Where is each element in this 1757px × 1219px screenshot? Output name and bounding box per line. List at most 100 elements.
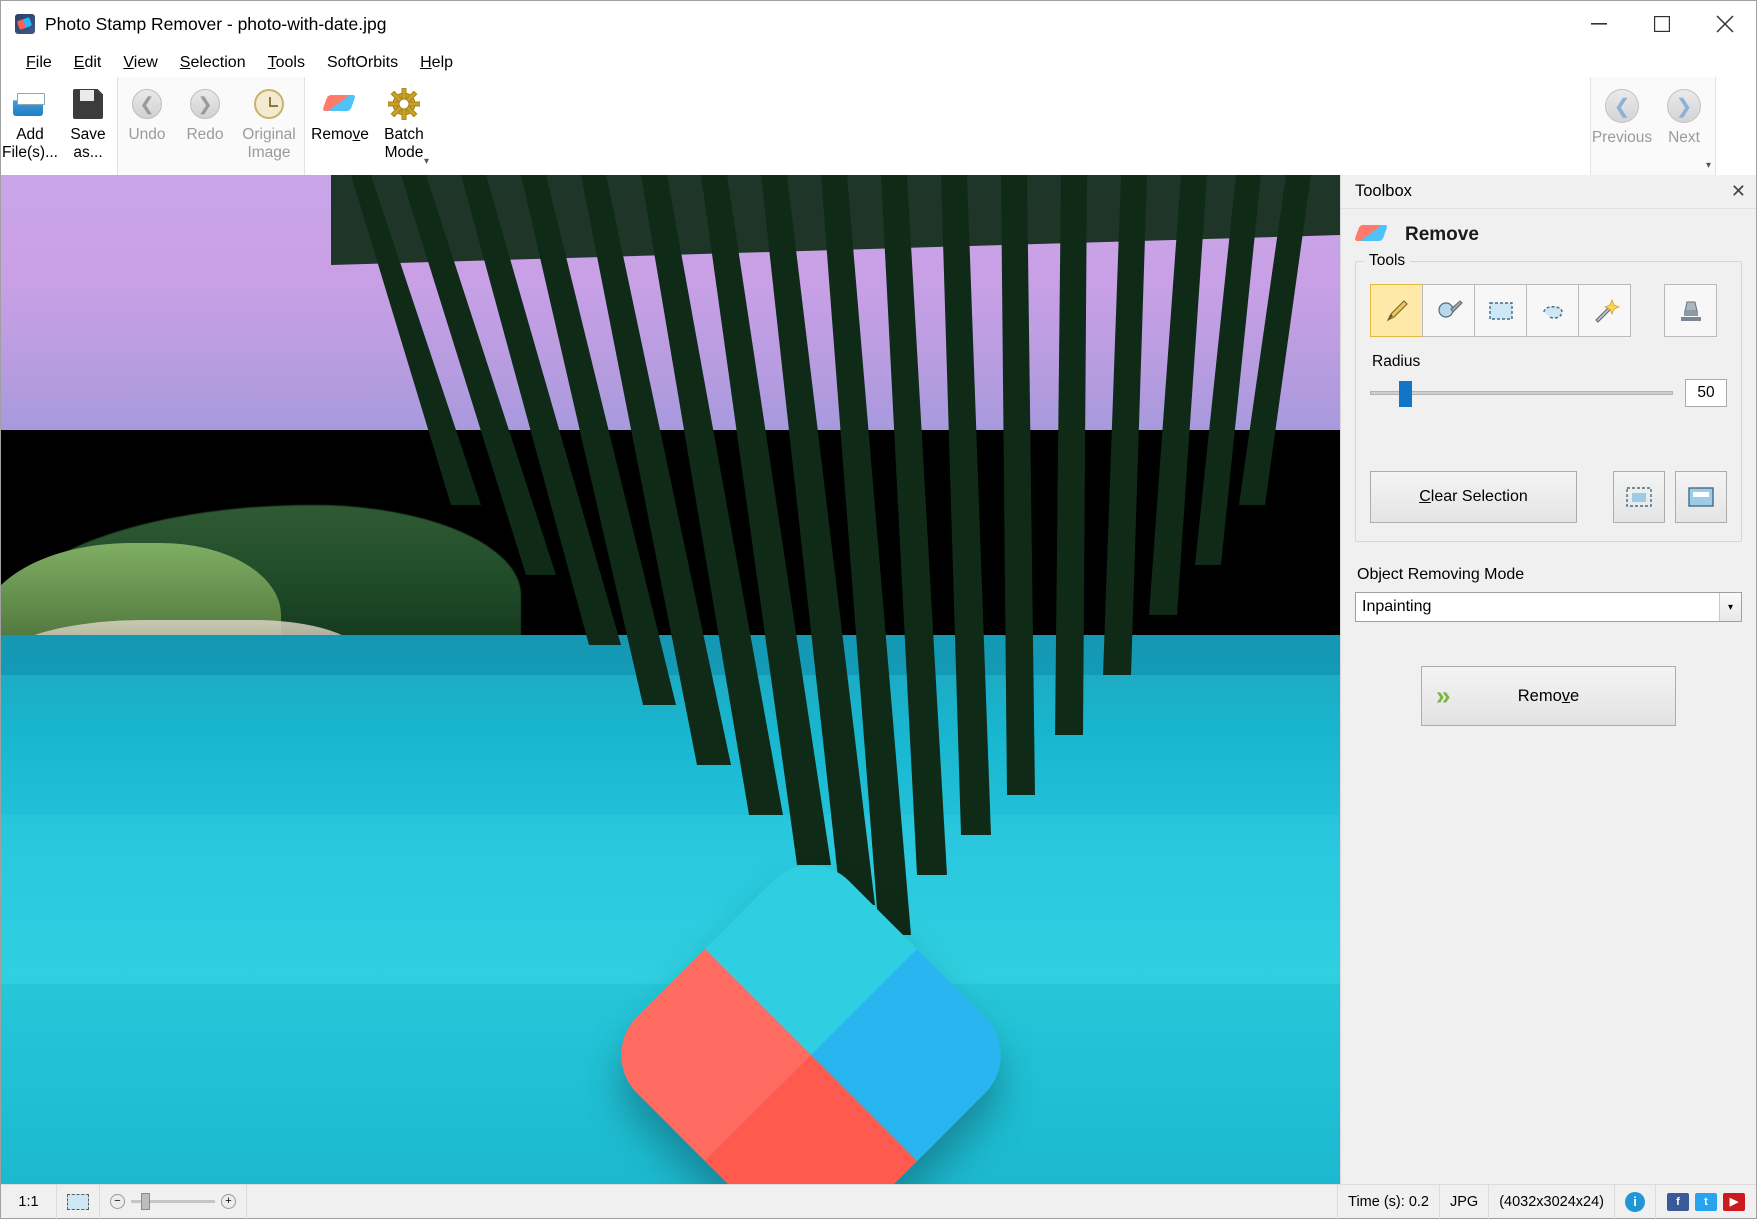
close-icon[interactable]: ✕	[1731, 181, 1746, 202]
navigation-toolbar-group: ❮ Previous ❯ Next ▾	[1590, 77, 1716, 175]
nav-chevron-down-icon[interactable]: ▾	[1706, 160, 1711, 171]
twitter-icon[interactable]: t	[1695, 1192, 1717, 1211]
image-canvas[interactable]: 2020 / 09 / 03	[1, 175, 1340, 1184]
remove-button-label: Remove	[1517, 686, 1580, 705]
magic-wand-tool-button[interactable]	[1578, 284, 1631, 337]
magic-wand-icon	[1594, 298, 1620, 323]
clear-selection-label: Clear Selection	[1419, 488, 1528, 505]
title-bar: Photo Stamp Remover - photo-with-date.jp…	[1, 1, 1756, 48]
image-dimensions: (4032x3024x24)	[1489, 1184, 1615, 1219]
app-logo-icon	[15, 14, 35, 34]
radius-input[interactable]: 50	[1685, 379, 1727, 407]
radius-slider-thumb[interactable]	[1399, 381, 1412, 407]
zoom-out-button[interactable]: −	[110, 1194, 125, 1209]
facebook-icon[interactable]: f	[1667, 1192, 1689, 1211]
previous-button[interactable]: ❮ Previous	[1591, 77, 1653, 169]
toolbox-panel: Toolbox ✕ Remove Tools Radius 50 Clear S…	[1340, 175, 1756, 1184]
menu-file[interactable]: File	[15, 50, 63, 76]
window-controls	[1567, 1, 1756, 48]
save-as-label: Save as...	[70, 126, 106, 161]
save-selection-icon	[1688, 487, 1714, 507]
rectangle-select-tool-button[interactable]	[1474, 284, 1527, 337]
menu-help[interactable]: Help	[409, 50, 464, 76]
lasso-select-tool-button[interactable]	[1526, 284, 1579, 337]
toolbox-section-header: Remove	[1341, 209, 1756, 255]
next-arrow-icon: ❯	[1667, 89, 1701, 123]
info-button[interactable]: i	[1615, 1184, 1656, 1219]
remove-toolbar-label: Remove	[311, 126, 369, 143]
main-toolbar: Add File(s)... Save as... ❮ Undo ❯ Redo …	[1, 77, 1756, 175]
menu-edit[interactable]: Edit	[63, 50, 113, 76]
selection-mode-icon[interactable]	[57, 1184, 100, 1219]
clock-icon	[254, 87, 284, 121]
batch-mode-button[interactable]: Batch Mode ▾	[375, 77, 433, 169]
save-as-button[interactable]: Save as...	[59, 77, 117, 169]
next-button[interactable]: ❯ Next	[1653, 77, 1715, 169]
eraser-icon	[1355, 223, 1391, 247]
add-files-button[interactable]: Add File(s)...	[1, 77, 59, 169]
original-image-label: Original Image	[242, 126, 296, 161]
stamp-tool-button[interactable]	[1664, 284, 1717, 337]
tools-group-legend: Tools	[1364, 252, 1411, 270]
maximize-button[interactable]	[1630, 1, 1693, 48]
object-removing-mode-label: Object Removing Mode	[1357, 566, 1525, 583]
gear-icon-svg	[388, 88, 420, 120]
remove-toolbar-button[interactable]: Remove	[305, 77, 375, 169]
tool-buttons-row	[1370, 284, 1727, 337]
radius-label: Radius	[1372, 353, 1421, 370]
brush-tool-button[interactable]	[1370, 284, 1423, 337]
minimize-button[interactable]	[1567, 1, 1630, 48]
smart-brush-tool-button[interactable]	[1422, 284, 1475, 337]
original-image-button[interactable]: Original Image	[234, 77, 304, 169]
zoom-slider-group[interactable]: − +	[100, 1184, 247, 1219]
remove-button[interactable]: » Remove	[1421, 666, 1676, 726]
menu-view[interactable]: View	[112, 50, 168, 76]
menu-softorbits[interactable]: SoftOrbits	[316, 50, 409, 76]
lasso-select-icon	[1542, 305, 1563, 319]
add-files-icon	[13, 87, 47, 121]
previous-arrow-icon: ❮	[1605, 89, 1639, 123]
undo-button[interactable]: ❮ Undo	[118, 77, 176, 169]
undo-arrow-icon: ❮	[132, 87, 162, 121]
double-chevron-right-icon: »	[1436, 680, 1451, 711]
clear-selection-button[interactable]: Clear Selection	[1370, 471, 1577, 523]
workspace: 2020 / 09 / 03 Toolbox ✕	[1, 175, 1756, 1184]
brush-icon	[1386, 299, 1408, 321]
save-selection-button[interactable]	[1675, 471, 1727, 523]
file-toolbar-group: Add File(s)... Save as...	[1, 77, 117, 175]
add-files-label: Add File(s)...	[2, 126, 58, 161]
stamp-icon	[1680, 301, 1701, 321]
chevron-down-icon[interactable]: ▾	[1719, 593, 1741, 621]
load-selection-button[interactable]	[1613, 471, 1665, 523]
zoom-slider[interactable]	[131, 1193, 215, 1210]
photo-image: 2020 / 09 / 03	[1, 175, 1340, 1184]
zoom-slider-thumb[interactable]	[141, 1193, 150, 1210]
actions-toolbar-group: Remove Batch Mode ▾	[305, 77, 433, 175]
menu-bar: File Edit View Selection Tools SoftOrbit…	[1, 48, 1756, 77]
youtube-icon[interactable]: ▶	[1723, 1192, 1745, 1211]
info-icon: i	[1625, 1191, 1645, 1212]
menu-selection[interactable]: Selection	[169, 50, 257, 76]
toolbox-header: Toolbox ✕	[1341, 175, 1756, 209]
radius-slider-row: 50	[1370, 379, 1727, 407]
close-button[interactable]	[1693, 1, 1756, 48]
selection-actions-row: Clear Selection	[1370, 471, 1727, 523]
toolbox-section-title: Remove	[1405, 224, 1479, 245]
status-bar: 1:1 − + Time (s): 0.2 JPG (4032x3024x24)…	[1, 1184, 1756, 1219]
gear-icon	[388, 87, 420, 121]
processing-time: Time (s): 0.2	[1338, 1184, 1440, 1219]
menu-tools[interactable]: Tools	[257, 50, 316, 76]
radius-slider[interactable]	[1370, 381, 1673, 407]
redo-button[interactable]: ❯ Redo	[176, 77, 234, 169]
window-title: Photo Stamp Remover - photo-with-date.jp…	[45, 13, 387, 34]
object-removing-mode-value: Inpainting	[1362, 598, 1432, 615]
smart-brush-icon	[1437, 299, 1463, 318]
status-spacer	[247, 1184, 1339, 1219]
zoom-in-button[interactable]: +	[221, 1194, 236, 1209]
social-links: f t ▶	[1656, 1185, 1756, 1219]
object-removing-mode-select[interactable]: Inpainting ▾	[1355, 592, 1742, 622]
chevron-down-icon[interactable]: ▾	[424, 156, 429, 168]
zoom-ratio: 1:1	[1, 1184, 57, 1219]
tools-group: Tools Radius 50 Clear Selection	[1355, 252, 1742, 542]
rectangle-select-icon	[1488, 301, 1513, 320]
